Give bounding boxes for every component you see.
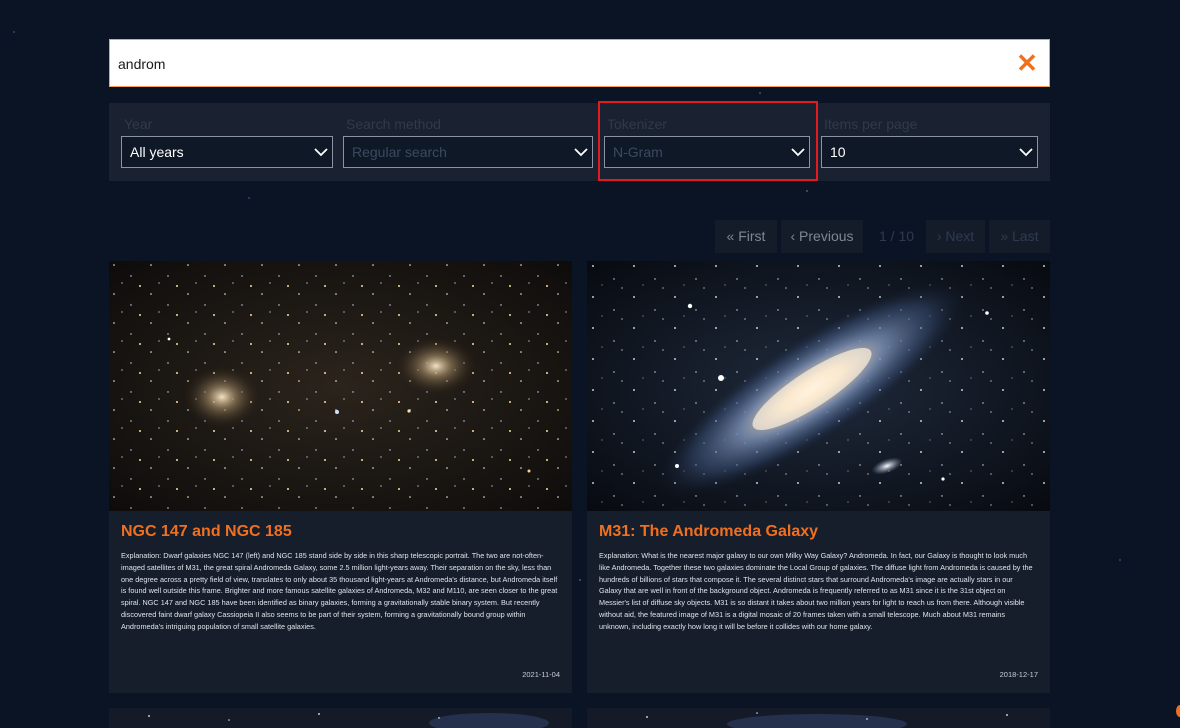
tokenizer-highlight-box <box>598 101 818 181</box>
close-icon[interactable]: ✕ <box>1015 50 1039 76</box>
pagination: « First ‹ Previous 1 / 10 › Next » Last <box>0 220 1180 253</box>
first-page-button[interactable]: « First <box>715 220 777 253</box>
items-per-page-select[interactable]: 10 <box>821 136 1038 168</box>
last-page-label: Last <box>1012 228 1039 244</box>
last-page-button[interactable]: » Last <box>989 220 1050 253</box>
double-chevron-right-icon: » <box>1000 228 1009 244</box>
next-page-label: Next <box>945 228 975 244</box>
page-info: 1 / 10 <box>879 228 915 244</box>
card-image-ngc147-ngc185 <box>109 261 572 511</box>
result-card[interactable]: NGC 147 and NGC 185 Explanation: Dwarf g… <box>109 261 572 693</box>
filter-label-year: Year <box>124 116 153 132</box>
result-card[interactable]: M31: The Andromeda Galaxy Explanation: W… <box>587 261 1050 693</box>
search-method-select-value: Regular search <box>352 144 447 160</box>
card-date: 2021-11-04 <box>522 670 560 679</box>
previous-page-button[interactable]: ‹ Previous <box>781 220 863 253</box>
year-select[interactable]: All years <box>121 136 333 168</box>
result-card-partial[interactable] <box>109 708 572 728</box>
card-explanation: Explanation: Dwarf galaxies NGC 147 (lef… <box>121 551 558 631</box>
scroll-to-top-indicator[interactable] <box>1176 705 1180 717</box>
year-select-value: All years <box>130 144 184 160</box>
next-page-button[interactable]: › Next <box>926 220 985 253</box>
filter-panel: Year All years Search method Regular sea… <box>109 103 1050 181</box>
card-image-m31 <box>587 261 1050 511</box>
search-bar: ✕ <box>109 39 1050 88</box>
search-method-select[interactable]: Regular search <box>343 136 593 168</box>
chevron-down-icon <box>314 148 328 157</box>
card-image-partial <box>109 708 572 728</box>
filter-label-items-per-page: Items per page <box>824 116 918 132</box>
first-page-label: First <box>738 228 766 244</box>
result-card-partial[interactable] <box>587 708 1050 728</box>
card-title[interactable]: NGC 147 and NGC 185 <box>121 523 292 541</box>
card-date: 2018-12-17 <box>999 670 1038 679</box>
card-image-partial <box>587 708 1050 728</box>
card-title[interactable]: M31: The Andromeda Galaxy <box>599 523 818 541</box>
previous-page-label: Previous <box>799 228 854 244</box>
card-explanation: Explanation: What is the nearest major g… <box>599 551 1033 631</box>
double-chevron-left-icon: « <box>726 228 735 244</box>
items-per-page-select-value: 10 <box>830 144 846 160</box>
filter-label-search-method: Search method <box>346 116 441 132</box>
chevron-right-icon: › <box>936 228 942 244</box>
chevron-left-icon: ‹ <box>790 228 796 244</box>
chevron-down-icon <box>574 148 588 157</box>
search-input[interactable] <box>116 40 1000 88</box>
chevron-down-icon <box>1019 148 1033 157</box>
